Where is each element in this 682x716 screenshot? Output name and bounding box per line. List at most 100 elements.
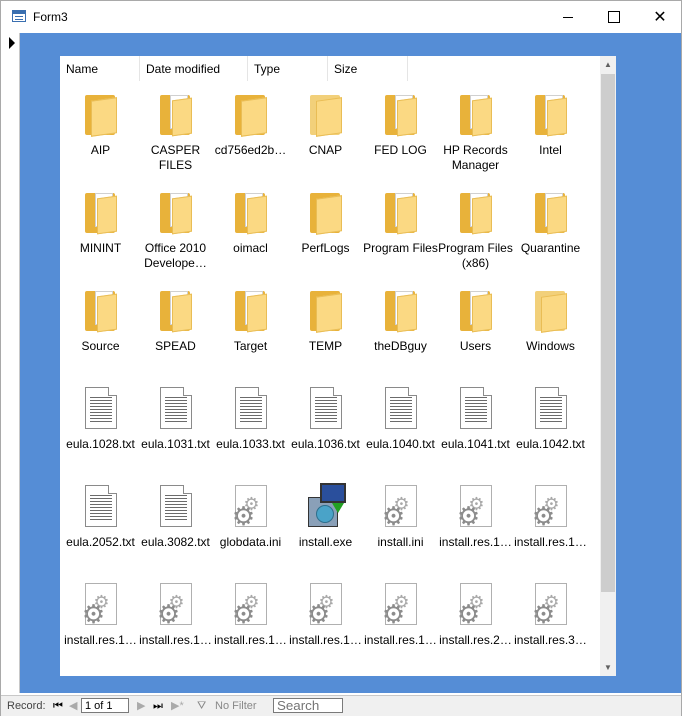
list-item[interactable]: ⚙ ⚙ install.res.1…	[63, 581, 138, 648]
list-item[interactable]: HP Records Manager	[438, 91, 513, 173]
list-item[interactable]: TEMP	[288, 287, 363, 354]
minimize-button[interactable]	[545, 1, 591, 33]
list-item[interactable]: Program Files	[363, 189, 438, 256]
list-item-label: install.res.3…	[514, 633, 587, 647]
settings-file-icon: ⚙ ⚙	[227, 483, 275, 531]
list-item[interactable]: Quarantine	[513, 189, 588, 256]
settings-file-icon: ⚙ ⚙	[77, 581, 125, 629]
list-item-label: install.res.1…	[289, 633, 362, 647]
list-item[interactable]: AIP	[63, 91, 138, 158]
list-item-label: Intel	[539, 143, 562, 157]
list-item[interactable]: Office 2010 Develope…	[138, 189, 213, 271]
filter-toggle[interactable]: No Filter	[215, 696, 257, 716]
text-file-icon	[152, 385, 200, 433]
folder-with-documents-icon	[77, 287, 125, 335]
column-header-name[interactable]: Name	[60, 56, 140, 81]
list-item-label: install.res.2…	[439, 633, 512, 647]
list-item[interactable]: Program Files (x86)	[438, 189, 513, 271]
column-header-type[interactable]: Type	[248, 56, 328, 81]
close-icon: ✕	[653, 9, 667, 26]
file-list-view[interactable]: Name Date modified Type Size AIP CASPER F…	[60, 56, 616, 676]
list-item[interactable]: ⚙ ⚙ globdata.ini	[213, 483, 288, 550]
close-button[interactable]: ✕	[637, 1, 682, 33]
list-item[interactable]: ⚙ ⚙ install.res.1…	[513, 483, 588, 550]
maximize-button[interactable]	[591, 1, 637, 33]
folder-with-documents-icon	[77, 189, 125, 237]
form-window: Form3 ✕ Name Date modified Type Size AIP…	[0, 0, 682, 716]
list-item-label: eula.1028.txt	[66, 437, 135, 451]
list-item[interactable]: Windows	[513, 287, 588, 354]
record-selector[interactable]	[1, 33, 20, 693]
list-item-label: Program Files	[363, 241, 438, 255]
list-item-label: SPEAD	[155, 339, 196, 353]
scroll-thumb[interactable]	[601, 74, 615, 592]
file-grid: AIP CASPER FILES cd756ed2b… CNAP FED LOG HP R…	[60, 81, 600, 676]
list-header: Name Date modified Type Size	[60, 56, 600, 81]
list-item[interactable]: MININT	[63, 189, 138, 256]
list-item-label: install.res.1…	[139, 633, 212, 647]
settings-file-icon: ⚙ ⚙	[452, 581, 500, 629]
last-record-button[interactable]: ⏭	[153, 696, 163, 716]
list-item[interactable]: FED LOG	[363, 91, 438, 158]
list-item[interactable]: ⚙ ⚙ install.res.1…	[363, 581, 438, 648]
list-item[interactable]: Source	[63, 287, 138, 354]
list-item[interactable]: eula.1036.txt	[288, 385, 363, 452]
list-item[interactable]: Intel	[513, 91, 588, 158]
list-item[interactable]: eula.1040.txt	[363, 385, 438, 452]
scroll-up-arrow-icon[interactable]: ▲	[600, 56, 616, 73]
list-item[interactable]: eula.2052.txt	[63, 483, 138, 550]
list-item-label: Target	[233, 339, 268, 353]
list-item[interactable]: eula.1033.txt	[213, 385, 288, 452]
first-record-button[interactable]: ⏮	[53, 696, 63, 716]
list-item[interactable]: ⚙ ⚙ install.res.1…	[213, 581, 288, 648]
list-item[interactable]: ⚙ ⚙ install.res.1…	[288, 581, 363, 648]
list-item-label: PerfLogs	[301, 241, 350, 255]
list-item[interactable]: PerfLogs	[288, 189, 363, 256]
list-item[interactable]: ⚙ ⚙ install.res.1…	[438, 483, 513, 550]
list-item[interactable]: Users	[438, 287, 513, 354]
scroll-down-arrow-icon[interactable]: ▼	[600, 659, 616, 676]
text-file-icon	[527, 385, 575, 433]
list-item[interactable]: cd756ed2b…	[213, 91, 288, 158]
settings-file-icon: ⚙ ⚙	[227, 581, 275, 629]
list-item-label: eula.1033.txt	[216, 437, 285, 451]
list-item-label: CNAP	[308, 143, 343, 157]
list-item[interactable]: eula.1031.txt	[138, 385, 213, 452]
list-item[interactable]: ⚙ ⚙ install.res.3…	[513, 581, 588, 648]
list-item[interactable]: theDBguy	[363, 287, 438, 354]
list-item[interactable]: install.exe	[288, 483, 363, 550]
new-record-button[interactable]: ▶*	[171, 696, 184, 716]
column-header-date-modified[interactable]: Date modified	[140, 56, 248, 81]
column-header-size[interactable]: Size	[328, 56, 408, 81]
previous-record-button[interactable]: ◀	[69, 696, 77, 716]
current-record-arrow-icon	[9, 37, 15, 49]
list-item-label: AIP	[90, 143, 111, 157]
settings-file-icon: ⚙ ⚙	[527, 581, 575, 629]
title-bar: Form3 ✕	[1, 1, 681, 33]
list-item[interactable]: CNAP	[288, 91, 363, 158]
list-item[interactable]: eula.1042.txt	[513, 385, 588, 452]
settings-file-icon: ⚙ ⚙	[377, 483, 425, 531]
list-item[interactable]: SPEAD	[138, 287, 213, 354]
list-item[interactable]: ⚙ ⚙ install.res.2…	[438, 581, 513, 648]
list-item-label: install.res.1…	[214, 633, 287, 647]
list-item-label: Office 2010 Develope…	[144, 241, 207, 270]
vertical-scrollbar[interactable]: ▲ ▼	[600, 56, 616, 676]
search-input[interactable]	[273, 698, 343, 713]
list-item[interactable]: eula.3082.txt	[138, 483, 213, 550]
next-record-button[interactable]: ▶	[137, 696, 145, 716]
list-item[interactable]: eula.1028.txt	[63, 385, 138, 452]
list-item[interactable]: ⚙ ⚙ install.res.1…	[138, 581, 213, 648]
list-item-label: cd756ed2b…	[214, 143, 287, 157]
text-file-icon	[152, 483, 200, 531]
list-item[interactable]: eula.1041.txt	[438, 385, 513, 452]
minimize-icon	[563, 16, 573, 18]
list-item[interactable]: ⚙ ⚙ install.ini	[363, 483, 438, 550]
text-file-icon	[452, 385, 500, 433]
list-item[interactable]: CASPER FILES	[138, 91, 213, 173]
folder-with-documents-icon	[227, 287, 275, 335]
list-item-label: install.exe	[298, 535, 353, 549]
list-item[interactable]: oimacl	[213, 189, 288, 256]
current-record-box[interactable]: 1 of 1	[81, 698, 129, 713]
list-item[interactable]: Target	[213, 287, 288, 354]
